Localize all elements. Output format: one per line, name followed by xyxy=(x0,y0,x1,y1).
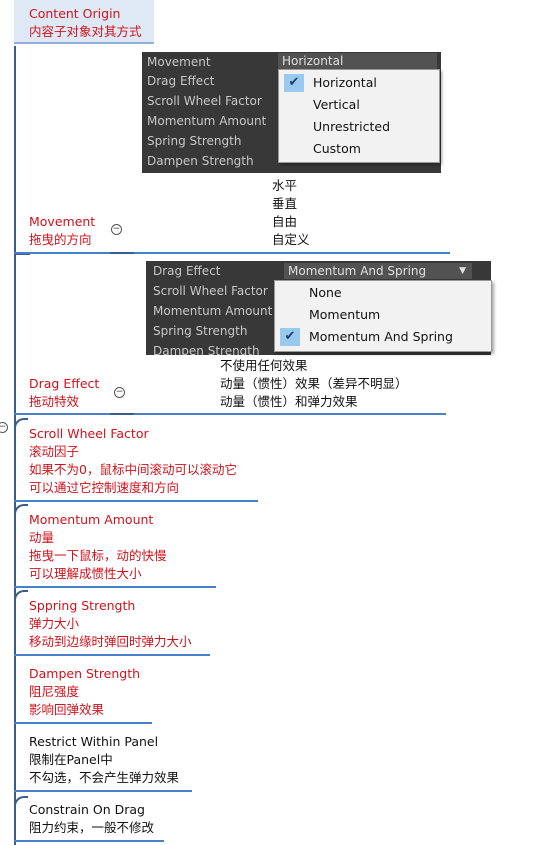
scroll-wheel-desc: 滚动因子 xyxy=(29,444,80,459)
movement-note: 垂直 xyxy=(272,196,298,211)
restrict-title[interactable]: Restrict Within Panel xyxy=(29,733,158,751)
chevron-down-icon: ▼ xyxy=(459,266,466,276)
drag-effect-connector xyxy=(110,413,134,415)
constrain-title[interactable]: Constrain On Drag xyxy=(29,801,145,819)
inspector-row: Dampen Strength xyxy=(147,154,254,168)
drag-effect-select-value: Momentum And Spring xyxy=(288,264,427,278)
inspector-row: Spring Strength xyxy=(153,324,248,338)
movement-note: 自由 xyxy=(272,214,298,229)
spring-desc: 移动到边缘时弹回时弹力大小 xyxy=(29,634,192,649)
content-origin-desc: 内容子对象对其方式 xyxy=(29,24,142,39)
momentum-desc: 可以理解成惯性大小 xyxy=(29,566,142,581)
content-origin-title[interactable]: Content Origin xyxy=(29,5,120,23)
inspector-row: Dampen Strength xyxy=(153,344,260,355)
inspector-row: Drag Effect xyxy=(153,264,221,278)
option-label: Unrestricted xyxy=(313,119,391,134)
drag-effect-collapse-icon[interactable]: − xyxy=(114,387,125,398)
dampen-desc: 阻尼强度 xyxy=(29,684,80,699)
momentum-title[interactable]: Momentum Amount xyxy=(29,511,153,529)
movement-underline xyxy=(14,252,110,254)
momentum-desc: 拖曳一下鼠标，动的快慢 xyxy=(29,548,167,563)
scroll-wheel-desc: 可以通过它控制速度和方向 xyxy=(29,480,180,495)
inspector-row: Scroll Wheel Factor xyxy=(153,284,268,298)
drag-effect-option[interactable]: ✔ Momentum And Spring xyxy=(275,326,491,348)
drag-effect-underline xyxy=(14,413,110,415)
movement-note: 水平 xyxy=(272,178,298,193)
option-label: Momentum And Spring xyxy=(309,329,453,344)
inspector-row: Movement xyxy=(147,55,211,69)
movement-select-field[interactable]: Horizontal xyxy=(278,53,437,69)
option-label: Momentum xyxy=(309,307,381,322)
movement-note: 自定义 xyxy=(272,232,310,247)
spring-desc: 弹力大小 xyxy=(29,616,80,631)
drag-effect-desc: 拖动特效 xyxy=(29,394,80,409)
tree-trunk xyxy=(14,46,16,845)
movement-title[interactable]: Movement xyxy=(29,213,95,231)
movement-option[interactable]: Custom xyxy=(279,138,439,160)
drag-effect-select-field[interactable]: Momentum And Spring ▼ xyxy=(284,263,472,279)
inspector-row: Drag Effect xyxy=(147,74,215,88)
option-label: Vertical xyxy=(313,97,360,112)
root-collapse-icon[interactable]: − xyxy=(0,422,8,433)
momentum-desc: 动量 xyxy=(29,530,55,545)
check-icon: ✔ xyxy=(284,74,304,92)
inspector-row: Scroll Wheel Factor xyxy=(147,94,262,108)
drag-effect-child-underline xyxy=(134,413,446,415)
momentum-underline xyxy=(14,586,216,588)
content-origin-underline xyxy=(14,42,154,44)
dampen-title[interactable]: Dampen Strength xyxy=(29,665,140,683)
movement-option[interactable]: Unrestricted xyxy=(279,116,439,138)
movement-option[interactable]: ✔ Horizontal xyxy=(279,72,439,94)
inspector-row: Spring Strength xyxy=(147,134,242,148)
scroll-wheel-title[interactable]: Scroll Wheel Factor xyxy=(29,425,149,443)
movement-desc: 拖曳的方向 xyxy=(29,232,92,247)
drag-effect-title[interactable]: Drag Effect xyxy=(29,375,99,393)
scroll-wheel-underline xyxy=(14,500,258,502)
inspector-row: Momentum Amount xyxy=(153,304,273,318)
movement-child-underline xyxy=(134,252,450,254)
drag-effect-note: 动量（惯性）和弹力效果 xyxy=(220,394,358,409)
branch-curve xyxy=(14,796,28,810)
check-icon: ✔ xyxy=(280,328,300,346)
movement-collapse-icon[interactable]: − xyxy=(111,224,122,235)
constrain-underline xyxy=(14,840,164,842)
drag-effect-option[interactable]: Momentum xyxy=(275,304,491,326)
spring-underline xyxy=(14,654,210,656)
scroll-wheel-desc: 如果不为0，鼠标中间滚动可以滚动它 xyxy=(29,462,237,477)
movement-connector xyxy=(110,252,134,254)
branch-curve xyxy=(14,504,28,518)
constrain-desc: 阻力约束，一般不修改 xyxy=(29,820,155,835)
restrict-underline xyxy=(14,790,192,792)
drag-effect-note: 不使用任何效果 xyxy=(220,358,308,373)
restrict-desc: 限制在Panel中 xyxy=(29,752,113,767)
movement-dropdown-menu: ✔ Horizontal Vertical Unrestricted Custo… xyxy=(278,69,440,163)
restrict-desc: 不勾选，不会产生弹力效果 xyxy=(29,770,180,785)
branch-curve xyxy=(14,590,28,604)
movement-option[interactable]: Vertical xyxy=(279,94,439,116)
inspector-row: Momentum Amount xyxy=(147,114,267,128)
option-label: Horizontal xyxy=(313,75,377,90)
spring-title[interactable]: Sppring Strength xyxy=(29,597,135,615)
option-label: Custom xyxy=(313,141,361,156)
dampen-desc: 影响回弹效果 xyxy=(29,702,105,717)
drag-effect-option[interactable]: None xyxy=(275,282,491,304)
branch-curve xyxy=(14,418,28,432)
drag-effect-note: 动量（惯性）效果（差异不明显） xyxy=(220,376,408,391)
option-label: None xyxy=(309,285,342,300)
drag-effect-dropdown-menu: None Momentum ✔ Momentum And Spring xyxy=(274,280,492,352)
dampen-underline xyxy=(14,722,152,724)
